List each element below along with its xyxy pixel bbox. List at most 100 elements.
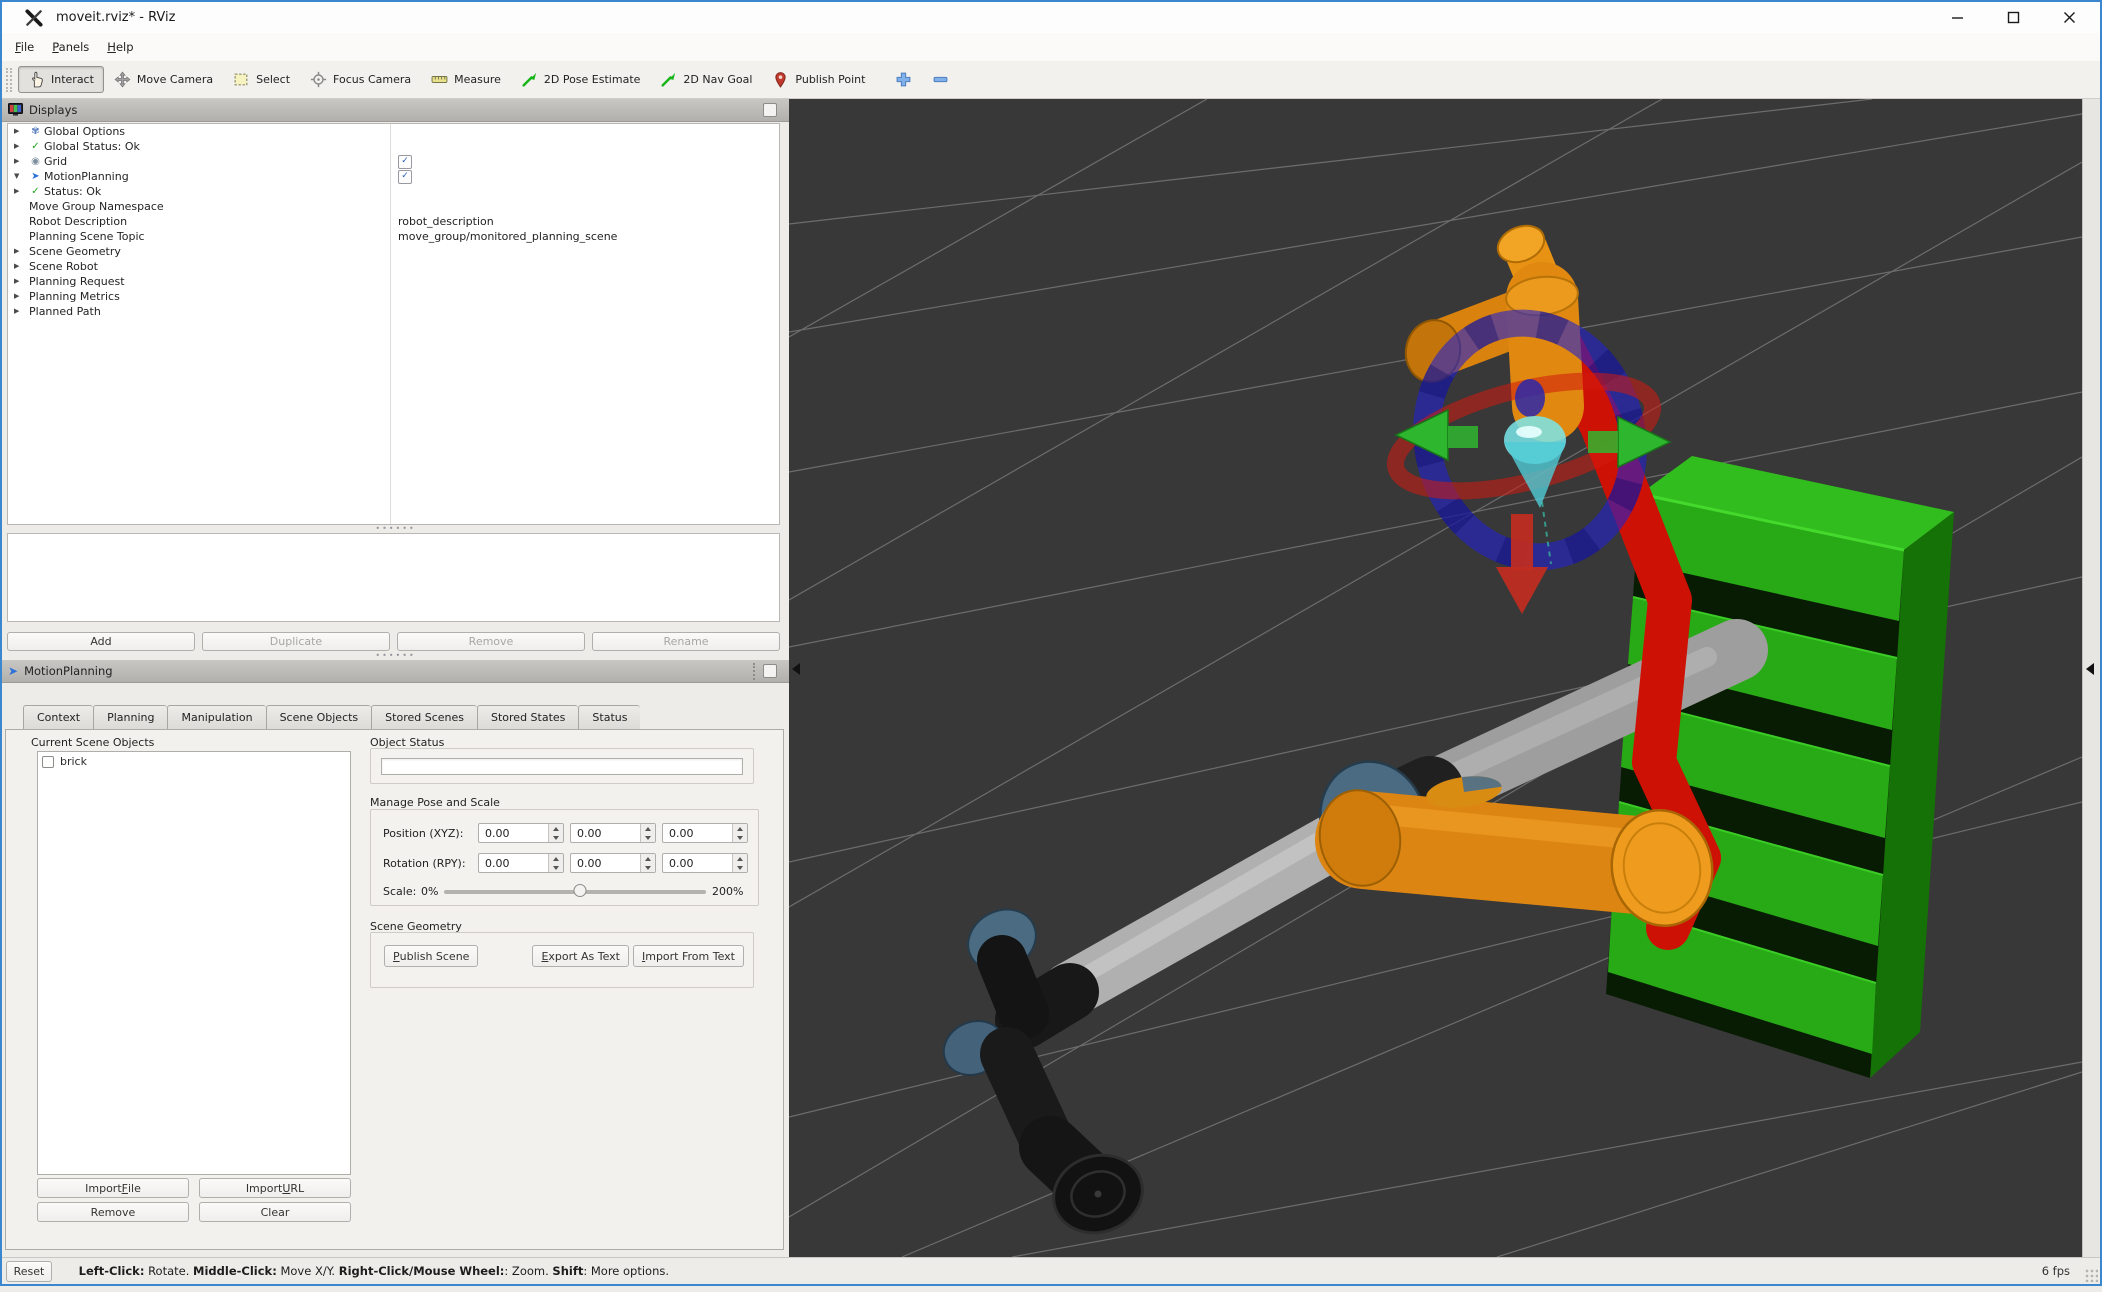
tab[interactable]: Stored Scenes [371,705,477,730]
reset-button[interactable]: Reset [6,1260,52,1282]
position-y-spinbox[interactable]: 0.00 [570,823,656,843]
panel-collapse-arrow-left[interactable] [792,663,800,675]
expander-icon[interactable] [14,274,27,289]
expander-icon[interactable] [14,139,27,154]
scene-objects-list[interactable]: brick [37,751,351,1175]
tab[interactable]: Scene Objects [265,705,372,730]
tree-row[interactable]: Scene Geometry [8,244,779,259]
spin-down-icon[interactable] [549,863,563,872]
tab[interactable]: Status [578,705,641,730]
spin-down-icon[interactable] [549,833,563,842]
tree-row[interactable]: Scene Robot [8,259,779,274]
splitter-handle[interactable]: •••••• [2,652,789,660]
motionplanning-panel-header[interactable]: ➤ MotionPlanning [2,660,789,683]
import-url-button[interactable]: Import U RL [199,1178,351,1198]
spin-down-icon[interactable] [641,863,655,872]
position-z-spinbox[interactable]: 0.00 [662,823,748,843]
translate-arrow-red-down[interactable] [1511,514,1533,570]
scene-object-item[interactable]: brick [38,752,350,771]
menu-file[interactable]: File [6,37,43,57]
spin-up-icon[interactable] [733,854,747,863]
remove-object-button[interactable]: Remove [37,1202,189,1222]
resize-grip[interactable] [2084,1268,2098,1282]
tree-row[interactable]: Robot Description robot_description [8,214,779,229]
rename-button[interactable]: Rename [592,632,780,651]
rotation-y-spinbox[interactable]: 0.00 [662,853,748,873]
panel-collapse-arrow-right[interactable] [2086,663,2094,675]
tab[interactable]: Context [23,705,94,730]
tab[interactable]: Stored States [477,705,579,730]
expander-icon[interactable] [14,289,27,304]
3d-viewport[interactable] [788,98,2083,1258]
window-title: moveit.rviz* - RViz [56,10,176,25]
publish-scene-button[interactable]: Publish Scene [384,945,479,967]
spin-up-icon[interactable] [549,854,563,863]
rotation-p-spinbox[interactable]: 0.00 [570,853,656,873]
tree-row[interactable]: Status: Ok [8,184,779,199]
tree-row[interactable]: Grid [8,154,779,169]
slider-handle[interactable] [573,884,587,897]
tree-row[interactable]: Planned Path [8,304,779,319]
clear-objects-button[interactable]: Clear [199,1202,351,1222]
remove-button[interactable]: Remove [397,632,585,651]
rotation-r-spinbox[interactable]: 0.00 [478,853,564,873]
tool-2d-pose-estimate[interactable]: 2D Pose Estimate [511,66,651,93]
tree-row-value[interactable] [398,169,412,184]
tree-row[interactable]: MotionPlanning [8,169,779,184]
spin-down-icon[interactable] [641,833,655,842]
close-button[interactable] [2056,7,2082,29]
spin-up-icon[interactable] [641,854,655,863]
import-from-text-button[interactable]: Import From Text [632,945,744,967]
tree-row[interactable]: Global Options [8,124,779,139]
tree-row[interactable]: Planning Scene Topic move_group/monitore… [8,229,779,244]
expander-icon[interactable] [14,169,27,184]
tab[interactable]: Manipulation [167,705,266,730]
tree-row[interactable]: Move Group Namespace [8,199,779,214]
export-as-text-button[interactable]: Export As Text [532,945,629,967]
remove-tool-button[interactable] [922,66,959,93]
tool-2d-nav-goal[interactable]: 2D Nav Goal [650,66,762,93]
scene-object-checkbox[interactable] [42,755,54,768]
expander-icon[interactable] [14,184,27,199]
position-x-spinbox[interactable]: 0.00 [478,823,564,843]
panel-float-button[interactable] [763,664,777,678]
tool-select[interactable]: Select [223,66,300,93]
add-tool-button[interactable] [885,66,922,93]
expander-icon[interactable] [14,259,27,274]
expander-icon[interactable] [14,244,27,259]
displays-panel-header[interactable]: Displays [2,99,789,122]
toolbar-drag-handle[interactable] [6,67,12,92]
spin-down-icon[interactable] [733,833,747,842]
tool-measure[interactable]: Measure [421,66,511,93]
minimize-button[interactable] [1944,7,1970,29]
expander-icon[interactable] [14,154,27,169]
spin-down-icon[interactable] [733,863,747,872]
spin-up-icon[interactable] [549,824,563,833]
expander-icon[interactable] [14,304,27,319]
splitter-handle[interactable]: •••••• [2,525,789,533]
tree-row[interactable]: Planning Metrics [8,289,779,304]
tree-row[interactable]: Planning Request [8,274,779,289]
tool-focus-camera[interactable]: Focus Camera [300,66,421,93]
expander-icon[interactable] [14,124,27,139]
panel-float-button[interactable] [763,103,777,117]
displays-tree[interactable]: Global Options Global Status: Ok Grid Mo… [7,123,780,525]
spin-up-icon[interactable] [641,824,655,833]
menu-panels[interactable]: Panels [43,37,98,57]
tree-row-value[interactable]: move_group/monitored_planning_scene [398,229,617,244]
scale-slider[interactable] [444,884,706,898]
duplicate-button[interactable]: Duplicate [202,632,390,651]
tool-move-camera[interactable]: Move Camera [104,66,223,93]
tab[interactable]: Planning [93,705,168,730]
tool-publish-point[interactable]: Publish Point [762,66,875,93]
menu-help[interactable]: Help [98,37,142,57]
import-file-button[interactable]: Import File [37,1178,189,1198]
maximize-button[interactable] [2000,7,2026,29]
tree-row-value[interactable]: robot_description [398,214,494,229]
tool-interact[interactable]: Interact [18,66,104,93]
collapsed-right-panel-strip[interactable] [2082,99,2100,1257]
tree-row[interactable]: Global Status: Ok [8,139,779,154]
add-button[interactable]: Add [7,632,195,651]
spin-up-icon[interactable] [733,824,747,833]
tree-row-value[interactable] [398,154,412,169]
